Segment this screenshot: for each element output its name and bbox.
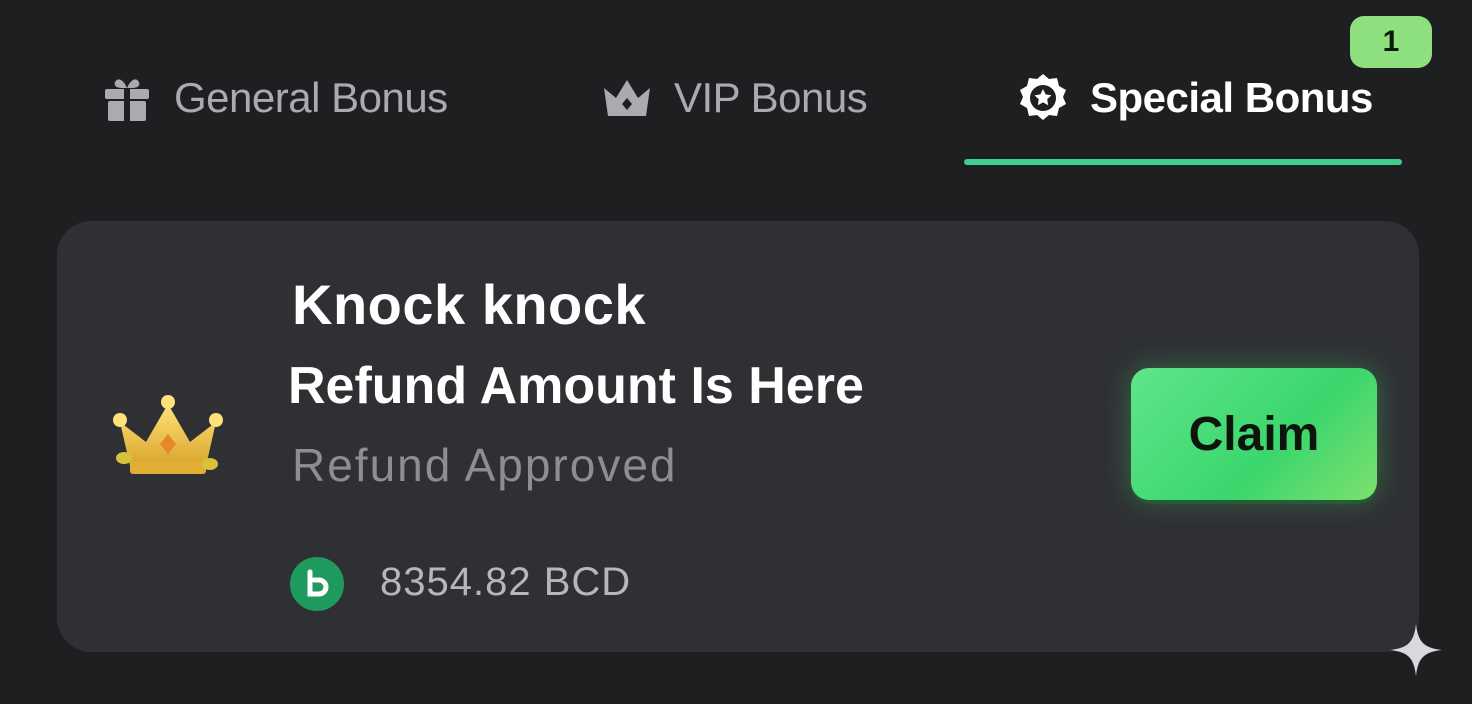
tab-vip-bonus[interactable]: VIP Bonus bbox=[600, 68, 868, 128]
tab-general-bonus[interactable]: General Bonus bbox=[100, 68, 448, 128]
tab-special-bonus-label: Special Bonus bbox=[1090, 74, 1373, 121]
crown-icon bbox=[110, 392, 226, 482]
gift-icon bbox=[100, 71, 154, 125]
star-badge-icon bbox=[1016, 71, 1070, 125]
tab-general-bonus-label: General Bonus bbox=[174, 74, 448, 121]
sparkle-icon bbox=[1388, 622, 1444, 678]
tab-vip-bonus-label: VIP Bonus bbox=[674, 74, 868, 121]
crown-icon bbox=[600, 71, 654, 125]
card-title: Knock knock bbox=[292, 273, 647, 336]
claim-button[interactable]: Claim bbox=[1131, 368, 1377, 500]
bcd-coin-icon bbox=[290, 557, 344, 611]
tab-special-bonus[interactable]: Special Bonus bbox=[1016, 68, 1373, 128]
card-status: Refund Approved bbox=[292, 439, 678, 491]
active-tab-indicator bbox=[964, 159, 1402, 165]
refund-amount: 8354.82 BCD bbox=[380, 560, 632, 604]
notification-badge: 1 bbox=[1350, 16, 1432, 68]
bonus-tabs: General Bonus VIP Bonus Special Bonus 1 bbox=[0, 0, 1472, 170]
card-headline: Refund Amount Is Here bbox=[288, 357, 864, 415]
